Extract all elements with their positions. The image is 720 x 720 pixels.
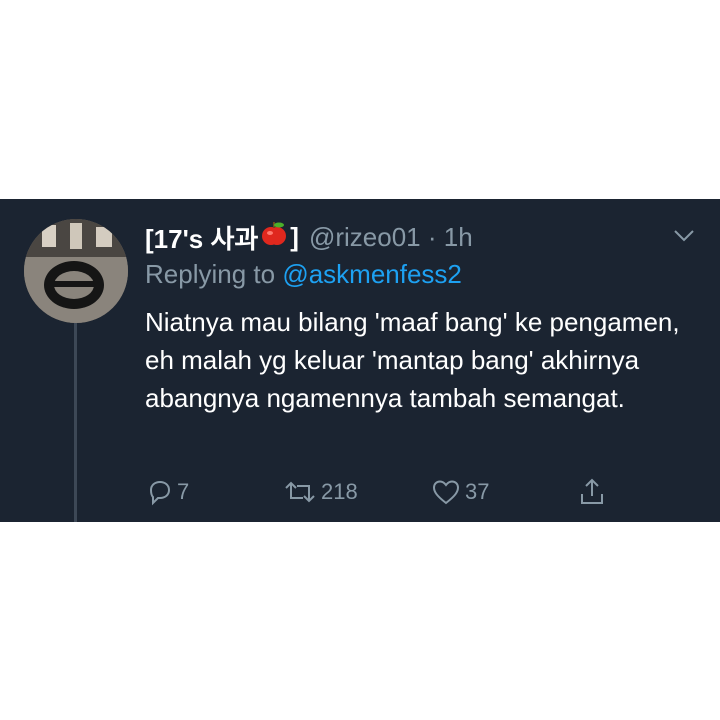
apple-emoji bbox=[260, 220, 288, 255]
handle[interactable]: @rizeo01 bbox=[309, 222, 421, 252]
avatar[interactable] bbox=[24, 219, 128, 323]
like-count: 37 bbox=[465, 479, 490, 504]
display-name[interactable]: [17's 사과 bbox=[145, 219, 258, 256]
tweet-card[interactable]: [17's 사과 ] @rizeo01 · 1h Replying to @as… bbox=[0, 199, 720, 522]
tweet-header: [17's 사과 ] @rizeo01 · 1h bbox=[145, 219, 473, 255]
replying-to: Replying to @askmenfess2 bbox=[145, 259, 462, 290]
share-icon bbox=[581, 478, 603, 504]
separator: · bbox=[427, 221, 437, 252]
display-name-suffix: ] bbox=[290, 221, 299, 252]
retweet-count: 218 bbox=[321, 479, 358, 504]
like-icon bbox=[432, 480, 460, 505]
retweet-icon bbox=[285, 481, 315, 503]
retweet-button[interactable]: 218 bbox=[283, 475, 358, 509]
timestamp[interactable]: 1h bbox=[444, 222, 473, 252]
handle-time: @rizeo01 · 1h bbox=[309, 222, 473, 253]
replying-mention-link[interactable]: @askmenfess2 bbox=[282, 259, 462, 289]
share-button[interactable] bbox=[577, 475, 611, 509]
reply-icon bbox=[149, 480, 171, 506]
reply-button[interactable]: 7 bbox=[145, 475, 189, 509]
chevron-down-icon[interactable] bbox=[672, 227, 696, 245]
screenshot-canvas: [17's 사과 ] @rizeo01 · 1h Replying to @as… bbox=[0, 0, 720, 720]
replying-prefix: Replying to bbox=[145, 259, 276, 289]
reply-count: 7 bbox=[177, 479, 190, 504]
tweet-text: Niatnya mau bilang 'maaf bang' ke pengam… bbox=[145, 307, 680, 413]
thread-line bbox=[74, 311, 77, 522]
tweet-actions: 7 218 37 bbox=[145, 475, 615, 509]
like-button[interactable]: 37 bbox=[431, 475, 489, 509]
